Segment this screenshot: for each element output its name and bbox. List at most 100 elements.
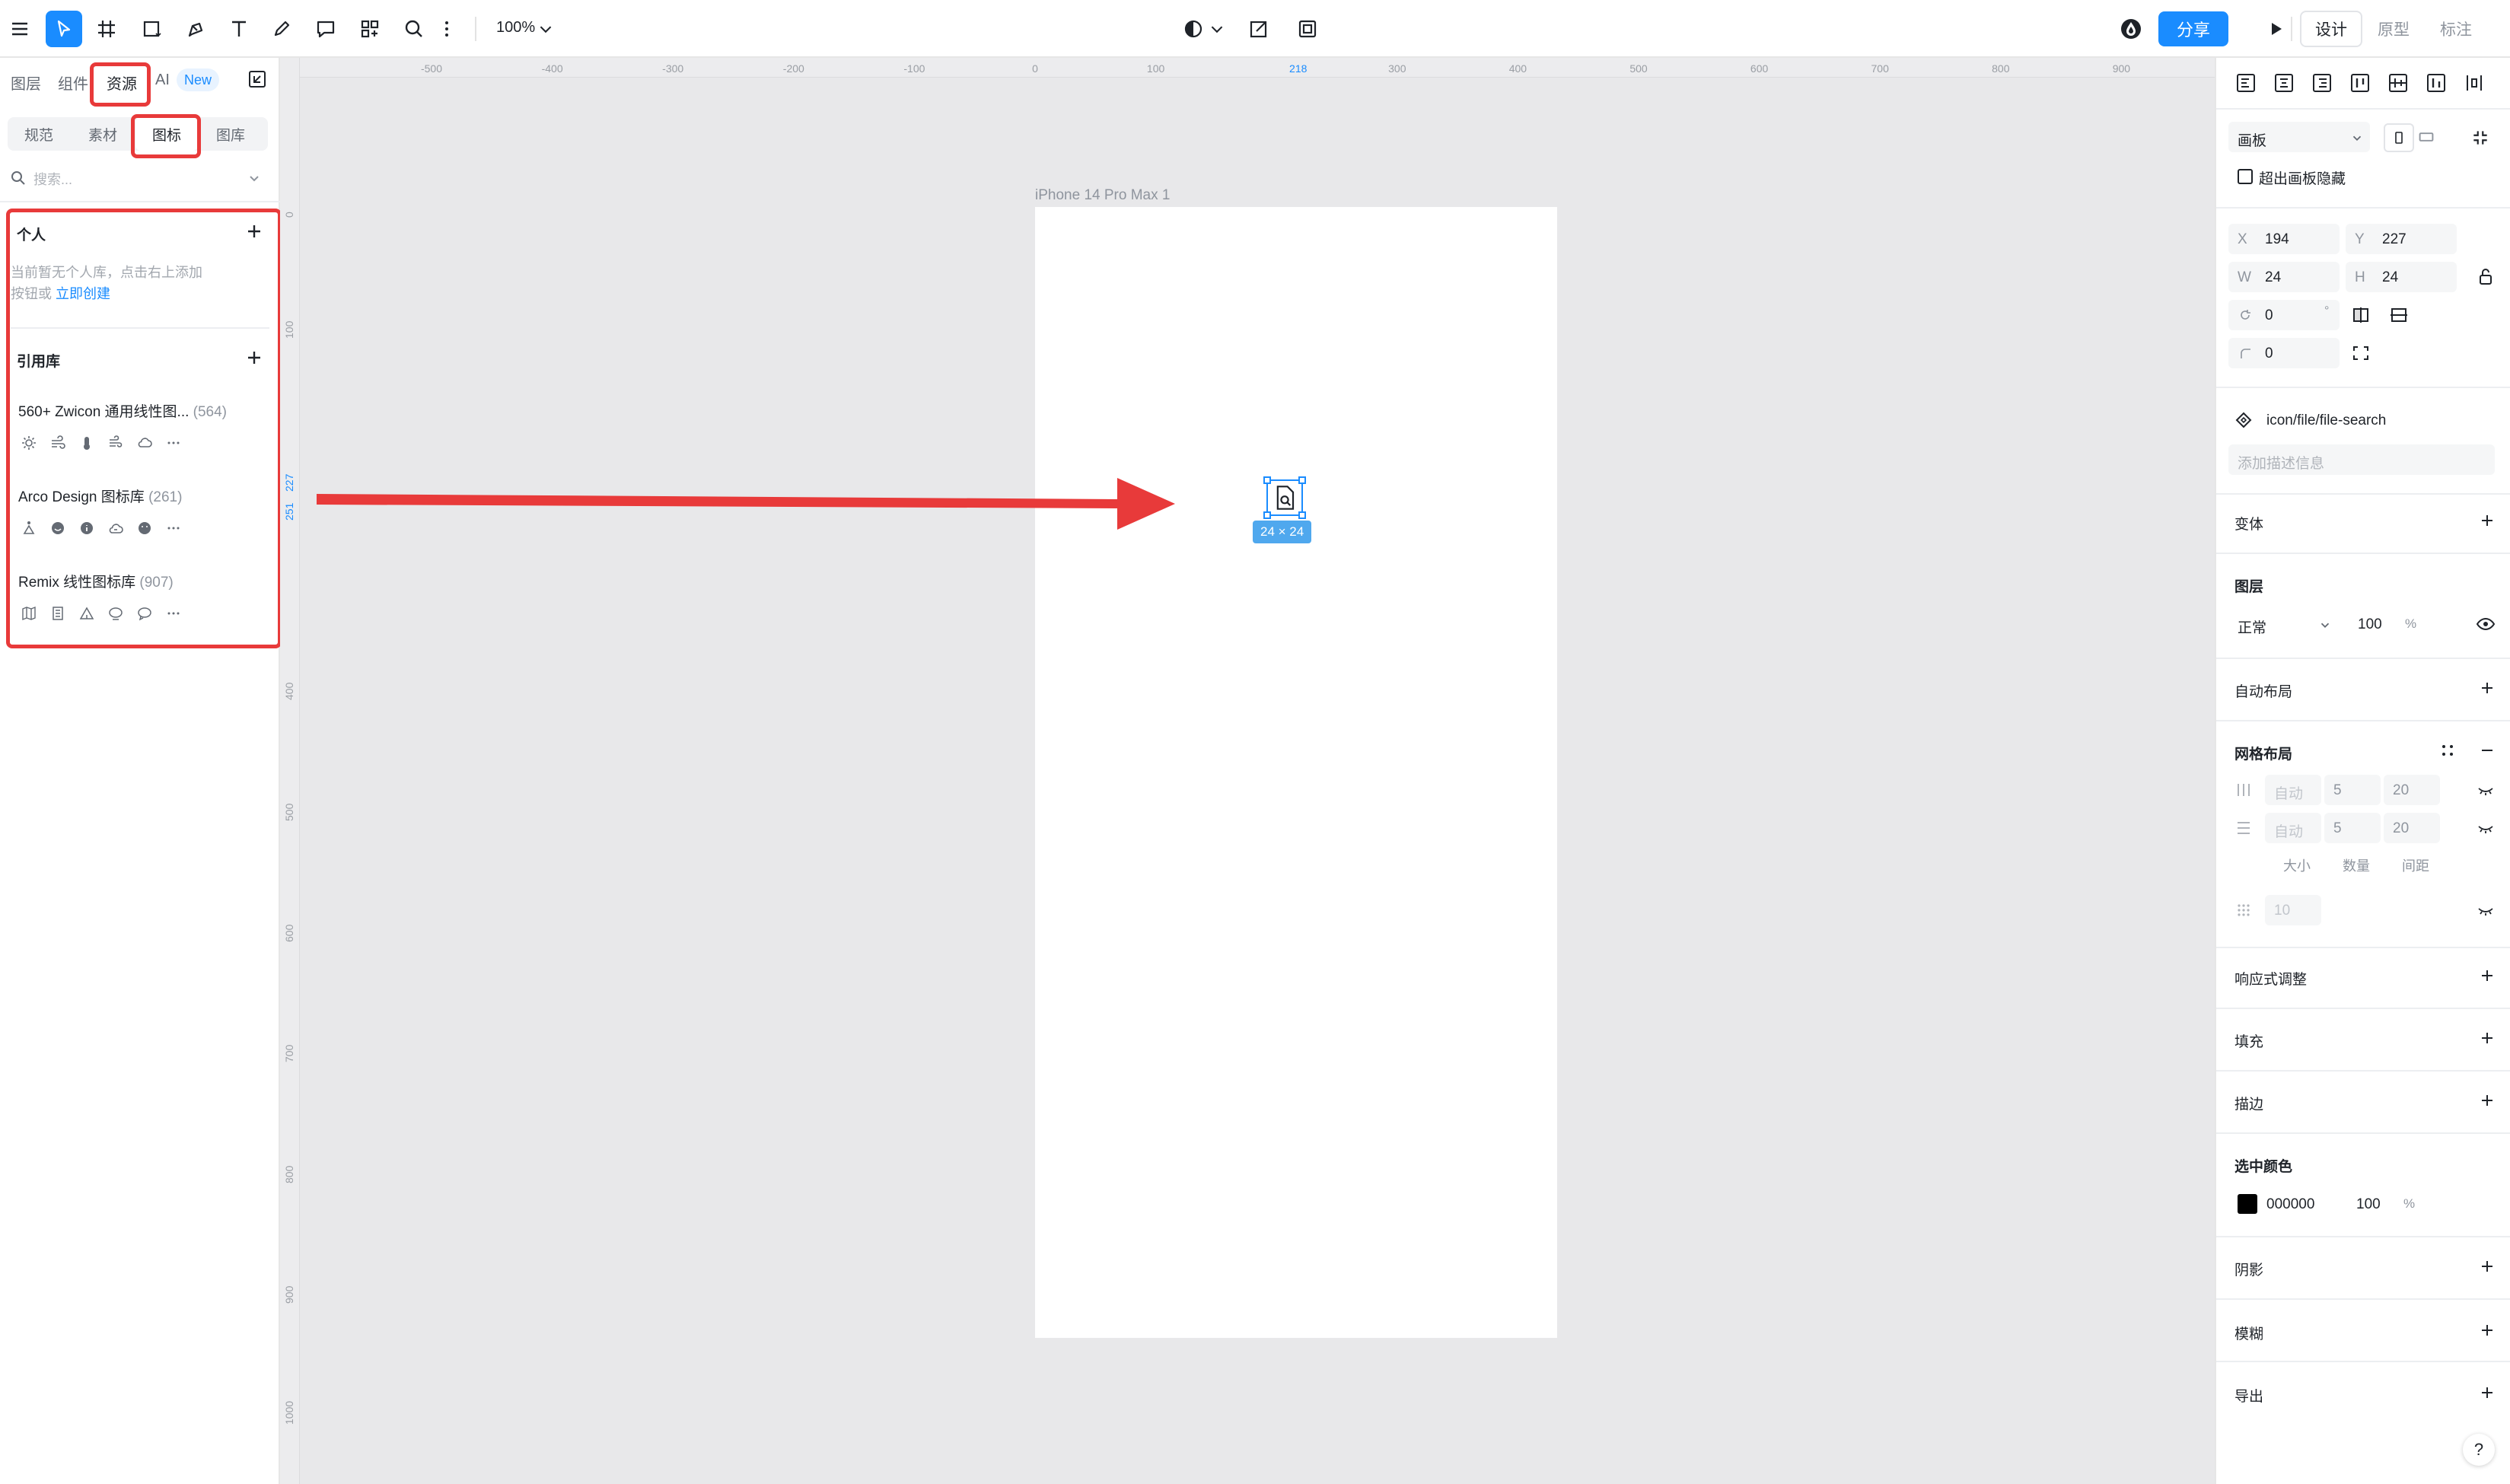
edit-icon[interactable]: [1241, 11, 1277, 47]
comment-tool-icon[interactable]: [307, 11, 344, 47]
section-export: 导出: [2234, 1389, 2264, 1405]
column-gap-value: 20: [2393, 782, 2410, 798]
grid-settings-icon[interactable]: [2438, 741, 2457, 760]
rectangle-tool-icon[interactable]: [134, 11, 170, 47]
add-variant-icon[interactable]: [2478, 511, 2496, 530]
landscape-icon[interactable]: [2417, 128, 2440, 151]
x-field[interactable]: X 194: [2228, 224, 2340, 254]
align-top-icon[interactable]: [2349, 72, 2371, 94]
align-middle-icon[interactable]: [2387, 72, 2410, 94]
design-canvas[interactable]: -500 -400 -300 -200 -100 0 100 218 300 400 500 600 7…: [280, 58, 2215, 1484]
column-gap-field[interactable]: 20: [2384, 775, 2440, 805]
pen-tool-icon[interactable]: [178, 11, 215, 47]
component-name[interactable]: icon/file/file-search: [2266, 412, 2386, 429]
flip-horizontal-icon[interactable]: [2350, 304, 2371, 326]
tab-inspect[interactable]: 标注: [2425, 11, 2487, 47]
add-blur-icon[interactable]: [2478, 1321, 2496, 1339]
row-gap-field[interactable]: 20: [2384, 813, 2440, 843]
description-input[interactable]: 添加描述信息: [2228, 444, 2495, 475]
add-stroke-icon[interactable]: [2478, 1091, 2496, 1110]
color-opacity-field[interactable]: 100 %: [2347, 1189, 2422, 1219]
eye-closed-icon[interactable]: [2477, 819, 2495, 837]
lock-icon[interactable]: [2475, 266, 2496, 288]
text-tool-icon[interactable]: [221, 11, 257, 47]
annotation-arrow: [317, 478, 1175, 530]
rotation-field[interactable]: 0 °: [2228, 300, 2340, 330]
tab-layers[interactable]: 图层: [11, 72, 41, 94]
frame-type-select[interactable]: 画板: [2228, 122, 2370, 152]
w-value: 24: [2265, 269, 2282, 285]
collapse-panel-icon[interactable]: [247, 68, 268, 90]
plugins-icon[interactable]: [352, 11, 388, 47]
add-fill-icon[interactable]: [2478, 1029, 2496, 1047]
move-tool-icon[interactable]: [46, 11, 82, 47]
play-icon[interactable]: [2257, 11, 2294, 47]
column-count-field[interactable]: 5: [2324, 775, 2381, 805]
chevron-down-icon[interactable]: [247, 170, 262, 186]
opacity-field[interactable]: 100 %: [2349, 609, 2422, 639]
section-selected-colors: 选中颜色: [2234, 1159, 2293, 1175]
add-responsive-icon[interactable]: [2478, 967, 2496, 985]
align-left-icon[interactable]: [2234, 72, 2257, 94]
clip-content-label: 超出画板隐藏: [2259, 171, 2346, 187]
chevron-down-icon: [2320, 623, 2330, 628]
help-button[interactable]: ?: [2463, 1434, 2495, 1466]
row-count-value: 5: [2333, 820, 2342, 836]
tab-ai[interactable]: AI: [155, 72, 170, 89]
tab-components[interactable]: 组件: [58, 72, 88, 94]
add-shadow-icon[interactable]: [2478, 1257, 2496, 1275]
tab-design[interactable]: 设计: [2300, 11, 2362, 47]
flip-vertical-icon[interactable]: [2388, 304, 2410, 326]
divider: [2216, 720, 2510, 721]
section-responsive: 响应式调整: [2234, 972, 2308, 988]
y-value: 227: [2382, 231, 2406, 247]
column-size-field[interactable]: 自动: [2265, 775, 2321, 805]
pencil-tool-icon[interactable]: [263, 11, 300, 47]
zoom-level[interactable]: 100%: [496, 19, 535, 37]
independent-corners-icon[interactable]: [2350, 342, 2371, 364]
main-menu-icon[interactable]: [2, 11, 38, 47]
tab-materials[interactable]: 素材: [72, 117, 134, 151]
eye-closed-icon[interactable]: [2477, 781, 2495, 799]
search-tool-icon[interactable]: [396, 11, 432, 47]
row-size-field[interactable]: 自动: [2265, 813, 2321, 843]
divider: [0, 201, 280, 202]
clip-content-checkbox[interactable]: [2238, 169, 2253, 184]
frame-tool-icon[interactable]: [88, 11, 125, 47]
search-icon: [11, 171, 25, 185]
row-count-field[interactable]: 5: [2324, 813, 2381, 843]
tab-gallery[interactable]: 图库: [199, 117, 262, 151]
fit-content-icon[interactable]: [2470, 128, 2493, 151]
more-icon[interactable]: [428, 11, 466, 47]
eye-closed-icon[interactable]: [2477, 901, 2495, 919]
y-field[interactable]: Y 227: [2346, 224, 2457, 254]
eye-icon[interactable]: [2475, 613, 2496, 635]
remove-grid-icon[interactable]: [2478, 741, 2496, 760]
frame-view-icon[interactable]: [1289, 11, 1326, 47]
chevron-down-icon[interactable]: [1206, 11, 1228, 47]
color-hex-field[interactable]: 000000: [2228, 1189, 2341, 1219]
pixel-grid-icon: [2238, 904, 2250, 916]
portrait-toggle[interactable]: [2384, 123, 2414, 152]
corner-radius-field[interactable]: 0: [2228, 338, 2340, 368]
distribute-icon[interactable]: [2463, 72, 2486, 94]
chevron-down-icon[interactable]: [534, 11, 557, 47]
tab-styles[interactable]: 规范: [8, 117, 70, 151]
y-label: Y: [2355, 231, 2365, 247]
search-input[interactable]: 搜索...: [11, 164, 262, 192]
width-field[interactable]: W 24: [2228, 262, 2340, 292]
divider: [2216, 1361, 2510, 1362]
height-field[interactable]: H 24: [2346, 262, 2457, 292]
share-button[interactable]: 分享: [2158, 11, 2228, 46]
add-auto-layout-icon[interactable]: [2478, 679, 2496, 697]
add-export-icon[interactable]: [2478, 1384, 2496, 1402]
align-right-icon[interactable]: [2311, 72, 2333, 94]
align-bottom-icon[interactable]: [2425, 72, 2448, 94]
pixel-grid-size-field[interactable]: 10: [2265, 895, 2321, 925]
tab-prototype[interactable]: 原型: [2362, 11, 2425, 47]
align-center-icon[interactable]: [2273, 72, 2295, 94]
pixel-grid-size-value: 10: [2274, 903, 2291, 919]
section-auto-layout: 自动布局: [2234, 684, 2293, 700]
color-swatch[interactable]: [2238, 1194, 2257, 1214]
blend-mode-select[interactable]: 正常: [2228, 609, 2343, 639]
